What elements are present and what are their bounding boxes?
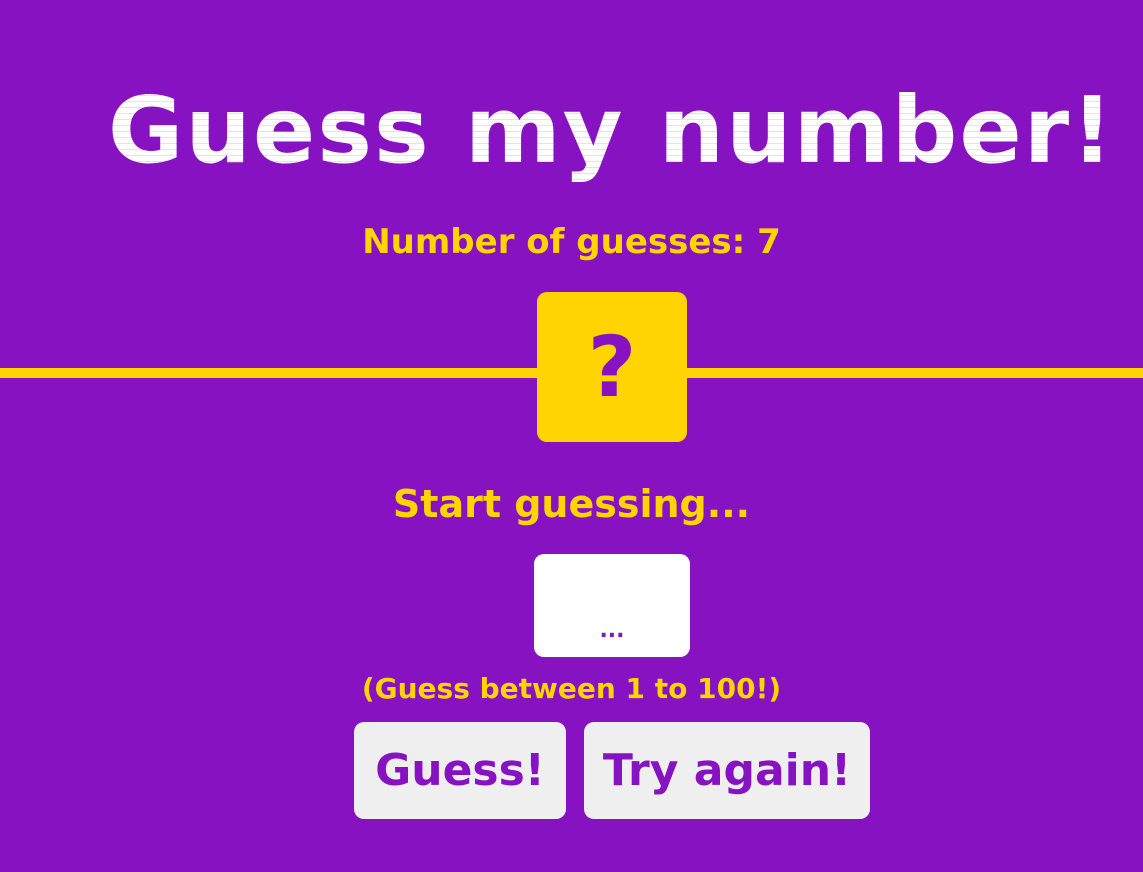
guess-input[interactable] — [534, 554, 690, 657]
status-message: Start guessing... — [392, 482, 751, 526]
page-title: Guess my number! — [0, 78, 1143, 184]
guess-button[interactable]: Guess! — [354, 722, 566, 819]
range-hint: (Guess between 1 to 100!) — [361, 672, 782, 705]
guess-counter: Number of guesses: 7 — [362, 222, 781, 262]
secret-number-box: ? — [537, 292, 687, 442]
try-again-button[interactable]: Try again! — [584, 722, 870, 819]
question-mark: ? — [587, 318, 637, 416]
